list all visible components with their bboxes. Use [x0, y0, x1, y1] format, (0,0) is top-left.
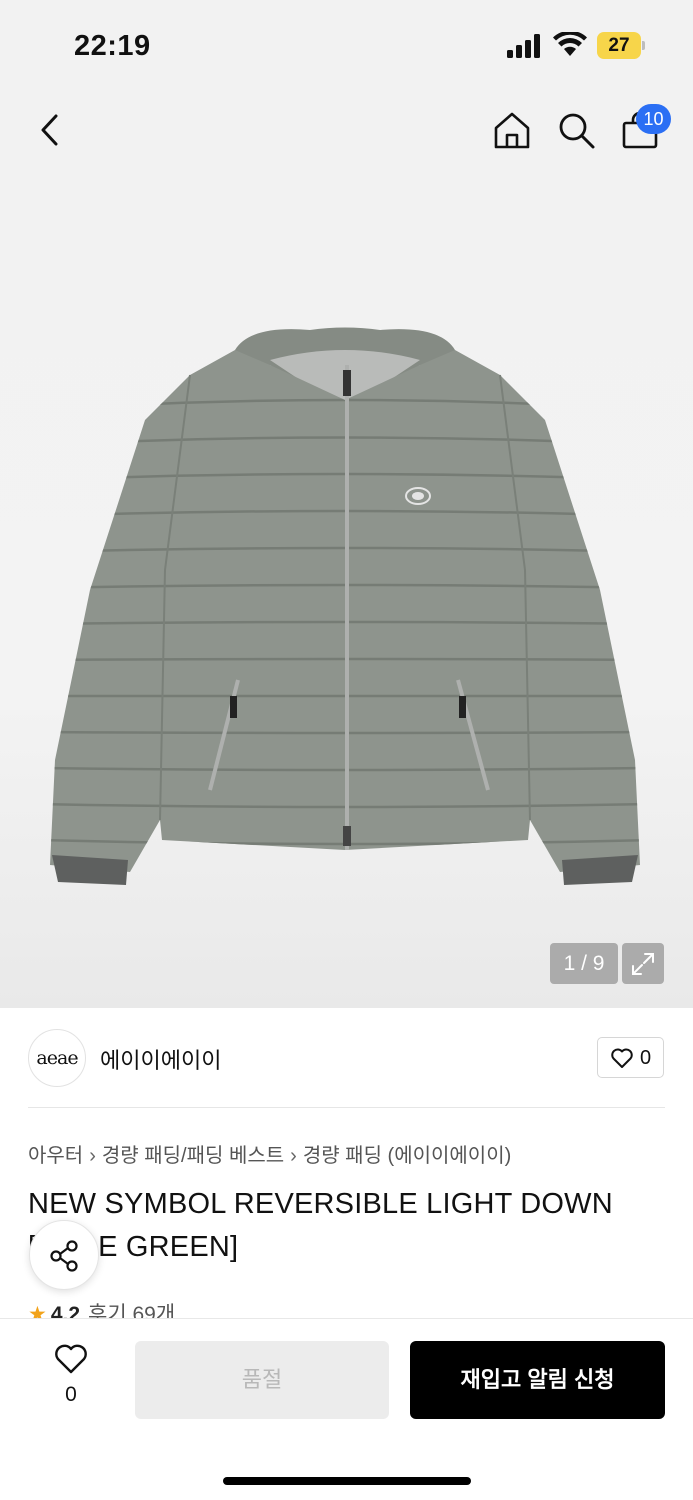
restock-alert-button[interactable]: 재입고 알림 신청 — [410, 1341, 665, 1419]
share-icon — [50, 1240, 78, 1272]
share-button[interactable] — [29, 1220, 99, 1290]
signal-icon — [507, 34, 540, 58]
heart-icon — [55, 1344, 87, 1374]
status-bar: 22:19 27 — [0, 0, 693, 92]
star-icon: ★ — [28, 1303, 47, 1318]
product-image-gallery[interactable]: 22:19 27 10 1 / 9 — [0, 0, 693, 1008]
brand-like-button[interactable]: 0 — [597, 1037, 664, 1078]
chevron-right-icon: › — [290, 1145, 297, 1167]
breadcrumb-item-outer[interactable]: 아우터 — [28, 1145, 83, 1167]
image-counter: 1 / 9 — [550, 943, 618, 984]
wifi-icon — [553, 32, 587, 56]
rating-row[interactable]: ★ 4.2 후기 69개 — [28, 1298, 175, 1318]
cart-count-badge: 10 — [636, 104, 671, 134]
brand-logo[interactable]: aeae — [28, 1029, 86, 1087]
wishlist-button[interactable]: 0 — [44, 1343, 98, 1413]
purchase-bar: 0 품절 재입고 알림 신청 — [0, 1318, 693, 1500]
breadcrumb: 아우터 › 경량 패딩/패딩 베스트 › 경량 패딩 (에이이에이이) — [28, 1139, 511, 1167]
sold-out-button[interactable]: 품절 — [135, 1341, 389, 1419]
battery-icon: 27 — [597, 32, 645, 59]
divider — [28, 1107, 665, 1108]
top-nav-bar — [0, 92, 693, 172]
breadcrumb-item-brand-category[interactable]: 경량 패딩 (에이이에이이) — [303, 1145, 511, 1167]
breadcrumb-item-light-padding[interactable]: 경량 패딩/패딩 베스트 — [102, 1145, 284, 1167]
brand-row: aeae 에이이에이이 0 — [28, 1027, 665, 1089]
review-count[interactable]: 후기 69개 — [88, 1303, 175, 1318]
chevron-right-icon: › — [89, 1145, 96, 1167]
battery-level: 27 — [597, 32, 641, 59]
product-photo[interactable] — [40, 320, 650, 900]
brand-name[interactable]: 에이이에이이 — [100, 1043, 221, 1075]
search-icon[interactable] — [556, 110, 596, 150]
back-icon[interactable] — [36, 112, 64, 148]
product-title: NEW SYMBOL REVERSIBLE LIGHT DOWN [SAGE G… — [28, 1188, 613, 1263]
heart-icon — [611, 1048, 633, 1068]
rating-score: 4.2 — [50, 1303, 81, 1318]
brand-like-count: 0 — [640, 1047, 652, 1069]
status-time: 22:19 — [74, 30, 151, 62]
expand-icon — [632, 953, 654, 975]
home-icon[interactable] — [492, 110, 532, 150]
home-indicator — [223, 1477, 471, 1485]
wishlist-count: 0 — [65, 1383, 77, 1406]
expand-image-button[interactable] — [622, 943, 664, 984]
